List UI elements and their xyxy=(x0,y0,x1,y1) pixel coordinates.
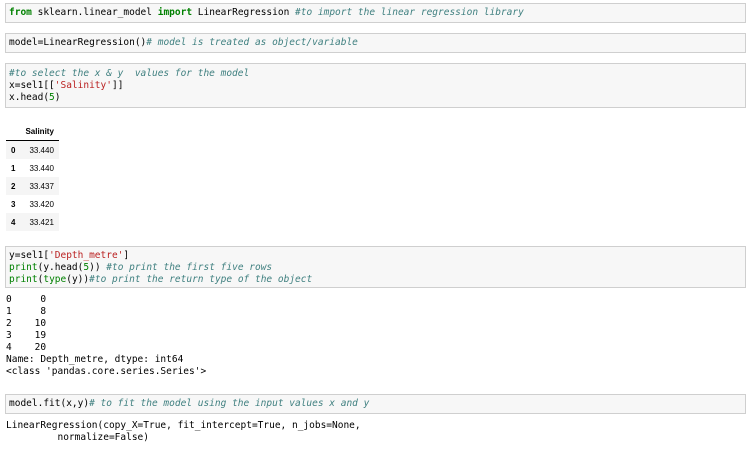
row-index: 2 xyxy=(11,181,16,191)
code-text: ]] xyxy=(111,80,124,91)
code-comment: #to select the x & y values for the mode… xyxy=(9,68,250,79)
code-text: x.head( xyxy=(9,92,50,103)
row-index: 3 xyxy=(11,199,16,209)
output-line: 2 10 xyxy=(6,318,47,329)
module-name: sklearn.linear_model xyxy=(31,7,158,18)
row-index: 4 xyxy=(11,217,16,227)
dataframe-header-row: Salinity xyxy=(6,122,59,141)
code-line-comment: #to select the x & y values for the mode… xyxy=(9,68,742,80)
code-line-print-type: print(type(y))#to print the return type … xyxy=(9,274,742,286)
cell-value: 33.421 xyxy=(29,217,54,227)
class-name: LinearRegression xyxy=(192,7,296,18)
code-text: )) xyxy=(89,262,107,273)
code-cell-select-x[interactable]: #to select the x & y values for the mode… xyxy=(5,63,746,108)
code-text: (y)) xyxy=(66,274,90,285)
code-comment: #to print the first five rows xyxy=(106,262,273,273)
code-text: y=sel1[ xyxy=(9,250,50,261)
code-text: ) xyxy=(54,92,61,103)
string-literal: 'Depth_metre' xyxy=(49,250,124,261)
output-line: 4 20 xyxy=(6,342,47,353)
code-text: model.fit(x,y) xyxy=(9,398,90,409)
cell-value: 33.440 xyxy=(29,145,54,155)
output-type-line: <class 'pandas.core.series.Series'> xyxy=(6,366,207,377)
table-row: 4 33.421 xyxy=(6,213,59,231)
table-row: 3 33.420 xyxy=(6,195,59,213)
index-header xyxy=(6,122,21,141)
keyword-import: import xyxy=(157,7,193,18)
output-line: 3 19 xyxy=(6,330,47,341)
output-line: 0 0 xyxy=(6,294,47,305)
output-line: LinearRegression(copy_X=True, fit_interc… xyxy=(6,420,361,431)
output-line: normalize=False) xyxy=(6,432,149,443)
string-literal: 'Salinity' xyxy=(54,80,112,91)
cell-value: 33.440 xyxy=(29,163,54,173)
code-comment: # model is treated as object/variable xyxy=(146,37,358,48)
code-comment: #to print the return type of the object xyxy=(89,274,313,285)
keyword-from: from xyxy=(9,7,32,18)
code-text: ] xyxy=(123,250,130,261)
code-line-x: x=sel1[['Salinity']] xyxy=(9,80,742,92)
cell-value: 33.437 xyxy=(29,181,54,191)
code-line-print-head: print(y.head(5)) #to print the first fiv… xyxy=(9,262,742,274)
code-comment: #to import the linear regression library xyxy=(295,7,524,18)
builtin-print: print xyxy=(9,274,38,285)
builtin-print: print xyxy=(9,262,38,273)
series-output: 0 01 82 10 3 19 4 20 Name: Depth_metre, dty… xyxy=(6,294,206,378)
row-index: 0 xyxy=(11,145,16,155)
code-comment: # to fit the model using the input value… xyxy=(89,398,370,409)
code-cell-model[interactable]: model=LinearRegression()# model is treat… xyxy=(5,33,746,53)
code-cell-fit[interactable]: model.fit(x,y)# to fit the model using t… xyxy=(5,394,746,414)
table-row: 1 33.440 xyxy=(6,159,59,177)
code-cell-import[interactable]: from sklearn.linear_model import LinearR… xyxy=(5,3,746,23)
column-header-salinity: Salinity xyxy=(20,122,59,141)
cell-value: 33.420 xyxy=(29,199,54,209)
code-cell-select-y[interactable]: y=sel1['Depth_metre'] print(y.head(5)) #t… xyxy=(5,246,746,288)
code-text: (y.head( xyxy=(37,262,84,273)
code-text: x=sel1[[ xyxy=(9,80,55,91)
table-row: 2 33.437 xyxy=(6,177,59,195)
builtin-type: type xyxy=(43,274,67,285)
code-line-y: y=sel1['Depth_metre'] xyxy=(9,250,742,262)
fit-output: LinearRegression(copy_X=True, fit_interc… xyxy=(6,420,361,444)
output-footer: Name: Depth_metre, dtype: int64 xyxy=(6,354,184,365)
code-line-head: x.head(5) xyxy=(9,92,742,104)
output-line: 1 8 xyxy=(6,306,47,317)
dataframe-output: Salinity 0 33.440 1 33.440 2 33.437 3 33.420… xyxy=(6,122,59,231)
row-index: 1 xyxy=(11,163,16,173)
code-text: model=LinearRegression() xyxy=(9,37,147,48)
table-row: 0 33.440 xyxy=(6,140,59,159)
